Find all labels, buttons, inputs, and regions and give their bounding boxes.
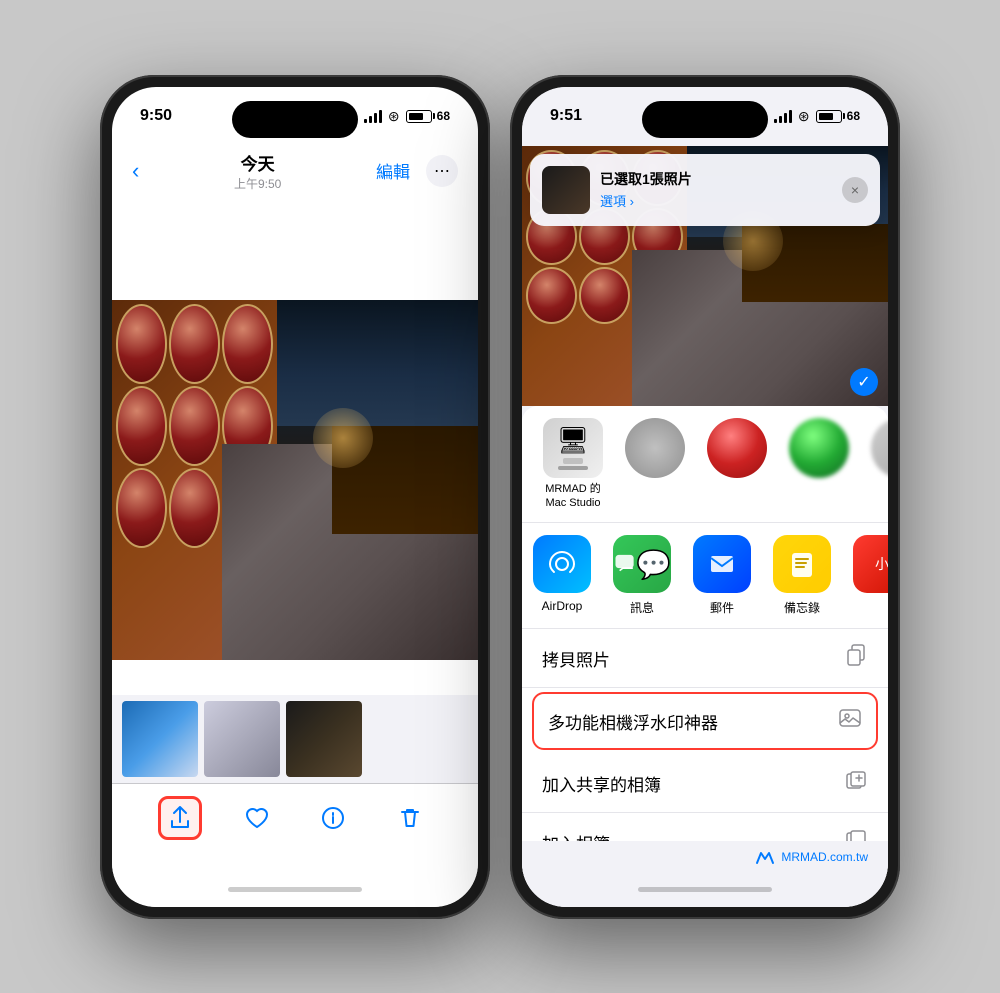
action-copy-photo[interactable]: 拷貝照片 xyxy=(522,629,888,688)
app-item-mail[interactable]: 郵件 xyxy=(682,535,762,616)
airdrop-label: AirDrop xyxy=(542,599,583,613)
selection-badge-2: ✓ xyxy=(850,368,878,396)
watermark-logo-icon xyxy=(755,849,775,865)
phone-2-screen: 9:51 ⊛ 68 xyxy=(522,87,888,907)
avatar-gray xyxy=(625,418,685,478)
mac-icon: 🖥 xyxy=(556,425,589,456)
status-icons-2: ⊛ 68 xyxy=(774,108,860,125)
watermark-bar: MRMAD.com.tw xyxy=(522,841,888,873)
action-add-album[interactable]: 加入相簿 xyxy=(522,813,888,840)
person-item-5[interactable] xyxy=(866,418,888,511)
notes-icon xyxy=(773,535,831,593)
shared-album-icon xyxy=(844,768,868,798)
phone-1: 9:50 ⊛ 68 xyxy=(100,75,490,919)
heart-button-1[interactable] xyxy=(235,796,279,840)
person-name-mac: MRMAD 的Mac Studio xyxy=(545,482,601,511)
avatar-mac: 🖥 xyxy=(543,418,603,478)
status-time-2: 9:51 xyxy=(550,107,582,125)
photo-section-2: ✓ 已選取1張照片 選項 › × xyxy=(522,146,888,406)
app-item-notes[interactable]: 備忘錄 xyxy=(762,535,842,616)
nav-bar-1: ‹ 今天 上午9:50 編輯 ⋯ xyxy=(112,146,478,200)
home-indicator-1 xyxy=(112,873,478,907)
person-item-2[interactable] xyxy=(620,418,690,511)
person-item-mac[interactable]: 🖥 MRMAD 的Mac Studio xyxy=(538,418,608,511)
app-row: AirDrop 💬 訊息 xyxy=(522,523,888,629)
signal-icon-2 xyxy=(774,110,792,123)
notes-label: 備忘錄 xyxy=(784,599,820,616)
photo-area-1 xyxy=(112,200,478,695)
avatar-green xyxy=(789,418,849,478)
phone-1-screen: 9:50 ⊛ 68 xyxy=(112,87,478,907)
extra-app-icon: 小 xyxy=(853,535,888,593)
watermark-action-icon xyxy=(838,706,862,736)
dynamic-island-2 xyxy=(642,101,768,138)
nav-title-1: 今天 上午9:50 xyxy=(234,150,281,192)
share-header-popup: 已選取1張照片 選項 › × xyxy=(530,154,880,226)
edit-button-1[interactable]: 編輯 xyxy=(376,158,410,183)
avatar-blurred-2 xyxy=(871,418,888,478)
status-time-1: 9:50 xyxy=(140,107,172,125)
thumb-3[interactable] xyxy=(286,701,362,777)
app-item-messages[interactable]: 💬 訊息 xyxy=(602,535,682,616)
status-icons-1: ⊛ 68 xyxy=(364,108,450,125)
add-album-icon xyxy=(844,827,868,840)
thumb-1[interactable] xyxy=(122,701,198,777)
app-item-extra[interactable]: 小 xyxy=(842,535,888,616)
wifi-icon-1: ⊛ xyxy=(388,108,400,125)
people-row: 🖥 MRMAD 的Mac Studio xyxy=(522,406,888,524)
battery-icon-1: 68 xyxy=(406,109,450,123)
share-header-title: 已選取1張照片 xyxy=(600,169,832,189)
main-photo-1 xyxy=(112,300,478,660)
signal-icon-1 xyxy=(364,110,382,123)
phone-2: 9:51 ⊛ 68 xyxy=(510,75,900,919)
share-close-button[interactable]: × xyxy=(842,177,868,203)
avatar-red xyxy=(707,418,767,478)
toolbar-1 xyxy=(112,783,478,873)
home-indicator-2 xyxy=(522,873,888,907)
share-button-1[interactable] xyxy=(158,796,202,840)
share-thumb xyxy=(542,166,590,214)
person-item-3[interactable] xyxy=(702,418,772,511)
share-header-option[interactable]: 選項 › xyxy=(600,191,832,210)
mail-label: 郵件 xyxy=(710,599,734,616)
airdrop-icon xyxy=(533,535,591,593)
messages-label: 訊息 xyxy=(630,599,654,616)
thumb-2[interactable] xyxy=(204,701,280,777)
more-button-1[interactable]: ⋯ xyxy=(426,155,458,187)
info-button-1[interactable] xyxy=(311,796,355,840)
action-shared-album[interactable]: 加入共享的相簿 xyxy=(522,754,888,813)
photo-content-1 xyxy=(112,200,478,695)
person-item-4[interactable] xyxy=(784,418,854,511)
copy-icon xyxy=(844,643,868,673)
share-sheet-2: 🖥 MRMAD 的Mac Studio xyxy=(522,406,888,907)
actions-list: 拷貝照片 多功能相機浮水印神器 xyxy=(522,629,888,840)
filmstrip-1 xyxy=(112,695,478,783)
back-button-1[interactable]: ‹ xyxy=(132,158,139,184)
wifi-icon-2: ⊛ xyxy=(798,108,810,125)
highlighted-action[interactable]: 多功能相機浮水印神器 xyxy=(532,692,878,750)
dynamic-island-1 xyxy=(232,101,358,138)
nav-actions-1: 編輯 ⋯ xyxy=(376,155,458,187)
messages-icon: 💬 xyxy=(613,535,671,593)
watermark-text: MRMAD.com.tw xyxy=(781,850,868,864)
app-item-airdrop[interactable]: AirDrop xyxy=(522,535,602,616)
share-header-info: 已選取1張照片 選項 › xyxy=(600,169,832,210)
trash-button-1[interactable] xyxy=(388,796,432,840)
watermark-action-label: 多功能相機浮水印神器 xyxy=(548,709,718,734)
battery-icon-2: 68 xyxy=(816,109,860,123)
mail-icon xyxy=(693,535,751,593)
